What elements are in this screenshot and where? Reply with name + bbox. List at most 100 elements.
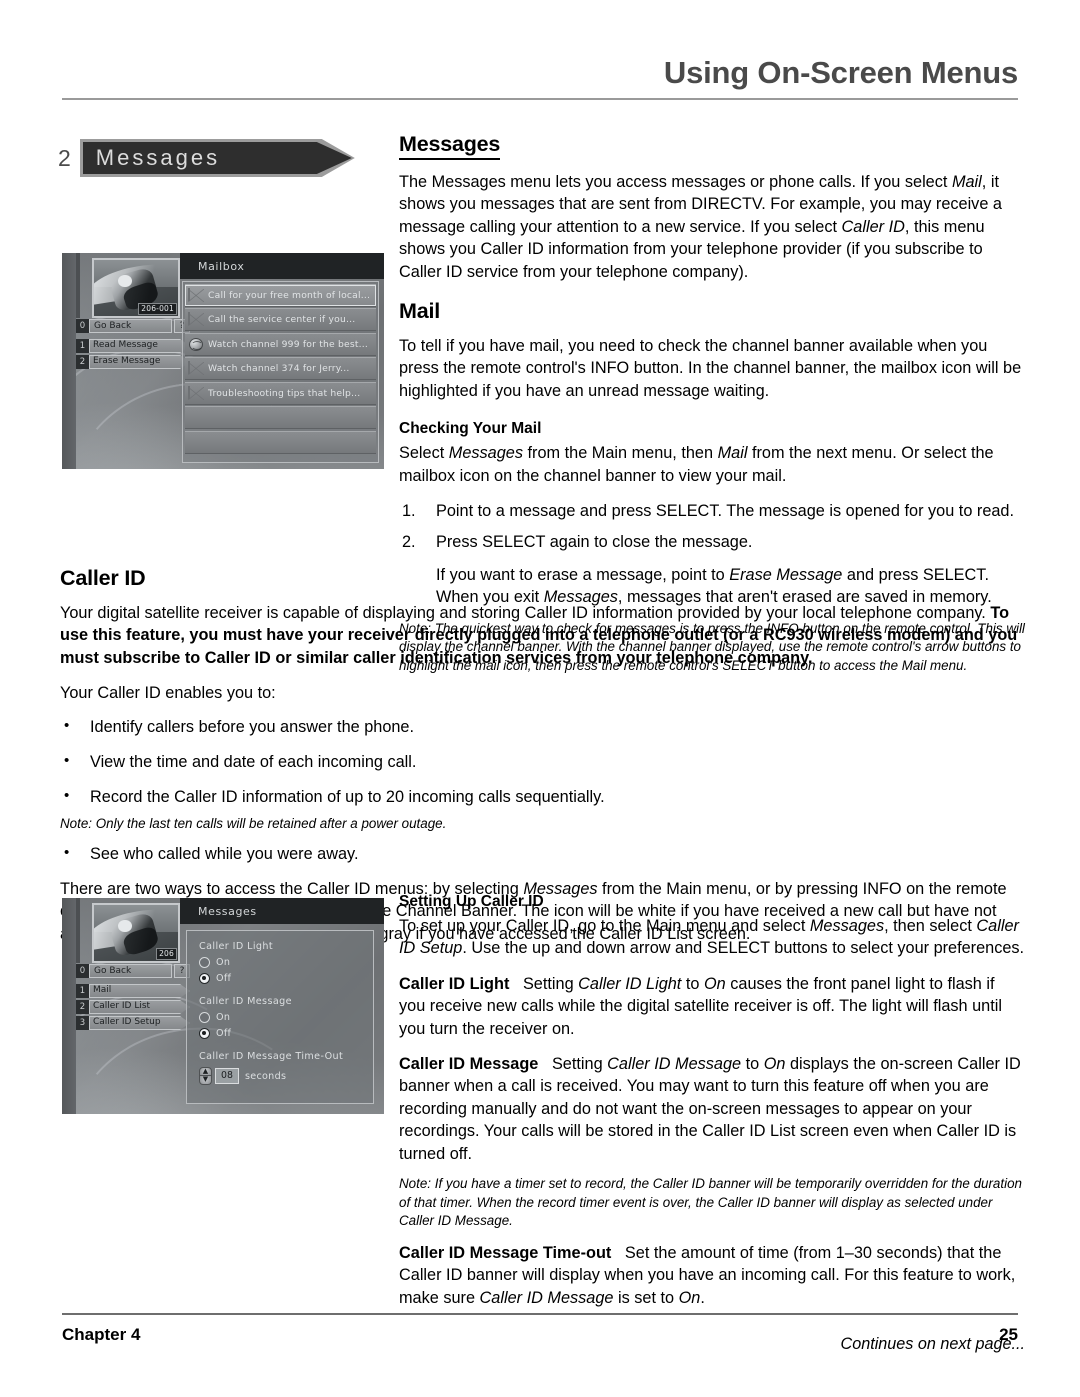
list-item[interactable]: Watch channel 374 for Jerry...	[185, 357, 376, 380]
tv-left-rail	[62, 253, 76, 469]
mail-paragraph: To tell if you have mail, you need to ch…	[399, 337, 1022, 400]
video-thumbnail: 206-001	[92, 258, 180, 318]
channel-number-badge: 206	[156, 948, 177, 960]
list-item[interactable]: Call for your free month of local...	[185, 283, 376, 307]
radio-unselected-icon	[199, 1012, 210, 1023]
caller-id-message-off-option[interactable]: Off	[199, 1028, 373, 1039]
list-item-empty	[185, 406, 376, 429]
caller-id-light-on-option[interactable]: On	[199, 957, 373, 968]
header-divider	[62, 98, 1018, 100]
menu-item-label: Go Back	[89, 319, 172, 333]
mailbox-left-menu: 0 Go Back ? 1 Read Message 2 Erase Messa…	[76, 319, 190, 371]
envelope-open-icon	[188, 287, 204, 302]
caller-id-light-paragraph: Caller ID Light Setting Caller ID Light …	[399, 974, 1002, 1038]
mailbox-message-list: Call for your free month of local... Cal…	[182, 281, 379, 463]
radio-unselected-icon	[199, 957, 210, 968]
bullet-icon: •	[64, 844, 70, 862]
setting-up-intro: To set up your Caller ID, go to the Main…	[399, 917, 1025, 958]
menu-item-go-back[interactable]: 0 Go Back ?	[76, 319, 190, 333]
footer-page-number: 25	[999, 1325, 1018, 1344]
envelope-icon	[188, 361, 204, 375]
menu-item-caller-id-list[interactable]: 2 Caller ID List	[76, 1000, 190, 1014]
menu-item-go-back[interactable]: 0 Go Back ?	[76, 964, 190, 978]
envelope-icon	[188, 312, 204, 326]
radio-selected-icon	[199, 973, 210, 984]
video-thumbnail: 206	[92, 903, 180, 963]
step-number: 2.	[402, 533, 416, 552]
caller-id-enables-label: Your Caller ID enables you to:	[60, 684, 276, 703]
chapter-tab-label: Messages	[95, 145, 221, 170]
mailbox-panel-title: Mailbox	[198, 260, 245, 273]
mail-steps-list: 1. Point to a message and press SELECT. T…	[399, 500, 1025, 554]
chapter-tab-shape: Messages	[79, 139, 355, 177]
caller-id-bullets-cont: • See who called while you were away.	[60, 843, 1025, 865]
menu-item-mail[interactable]: 1 Mail	[76, 984, 190, 998]
timeout-stepper[interactable]: ▲ ▼ 08 seconds	[199, 1067, 373, 1085]
menu-item-label: Caller ID List	[89, 1000, 190, 1014]
caller-id-light-term: Caller ID Light	[399, 974, 510, 993]
step-text: Press SELECT again to close the message.	[436, 533, 753, 552]
list-item[interactable]: Troubleshooting tips that help...	[185, 381, 376, 405]
caller-id-message-on-option[interactable]: On	[199, 1012, 373, 1023]
list-item: 2. Press SELECT again to close the messag…	[399, 531, 1025, 553]
chapter-tab: 2 Messages	[58, 138, 355, 178]
menu-item-read-message[interactable]: 1 Read Message	[76, 339, 190, 353]
page-header-title: Using On-Screen Menus	[663, 55, 1018, 90]
message-subject: Call the service center if you...	[208, 314, 356, 325]
caller-id-light-label: Caller ID Light	[199, 941, 274, 952]
list-item[interactable]: Watch channel 999 for the best...	[185, 332, 376, 356]
list-item-empty	[185, 430, 376, 454]
caller-id-intro-lead: Your digital satellite receiver is capab…	[60, 604, 991, 622]
bullet-icon: •	[64, 716, 70, 734]
setting-up-caller-id-section: Setting Up Caller ID To set up your Call…	[399, 893, 1025, 1370]
globe-icon	[188, 337, 204, 351]
menu-item-label: Go Back	[89, 964, 172, 978]
mail-heading: Mail	[399, 299, 441, 324]
menu-item-number: 0	[76, 319, 89, 333]
settings-spacer	[199, 1044, 373, 1051]
thumb-helmet	[117, 274, 132, 288]
tv-left-rail-accent	[76, 898, 80, 963]
stepper-down-icon[interactable]: ▼	[199, 1076, 212, 1085]
settings-spacer	[199, 989, 373, 996]
list-item: • Identify callers before you answer the …	[60, 716, 1025, 738]
caller-id-light-off-option[interactable]: Off	[199, 973, 373, 984]
option-label: On	[216, 1012, 231, 1023]
screenshot-caller-id-setup: 206 Messages 0 Go Back ? 1 Mail 2 Caller…	[62, 898, 384, 1114]
caller-id-timeout-term: Caller ID Message Time-out	[399, 1243, 612, 1262]
menu-item-erase-message[interactable]: 2 Erase Message	[76, 355, 190, 369]
menu-item-number: 3	[76, 1016, 89, 1030]
screenshot-mailbox-menu: 206-001 Mailbox 0 Go Back ? 1 Read Messa…	[62, 253, 384, 469]
list-item: • Record the Caller ID information of up …	[60, 786, 1025, 808]
manual-page: Using On-Screen Menus 2 Messages Message…	[0, 0, 1080, 1397]
caller-id-section: Caller ID Your digital satellite receive…	[60, 566, 1025, 945]
menu-item-number: 2	[76, 1000, 89, 1014]
message-subject: Watch channel 374 for Jerry...	[208, 363, 350, 374]
stepper-arrows[interactable]: ▲ ▼	[199, 1067, 212, 1085]
caller-id-message-paragraph: Caller ID Message Setting Caller ID Mess…	[399, 1055, 1021, 1163]
continues-on-next-page: Continues on next page...	[840, 1335, 1026, 1354]
option-label: On	[216, 957, 231, 968]
caller-id-timeout-label: Caller ID Message Time-Out	[199, 1051, 344, 1062]
channel-number-badge: 206-001	[138, 303, 177, 315]
messages-panel-title: Messages	[198, 905, 257, 918]
caller-id-message-note: Note: If you have a timer set to record,…	[399, 1176, 1022, 1229]
messages-heading: Messages	[399, 132, 500, 160]
timeout-unit-label: seconds	[244, 1070, 287, 1082]
message-subject: Watch channel 999 for the best...	[208, 338, 369, 350]
list-item: • View the time and date of each incoming…	[60, 751, 1025, 773]
list-item[interactable]: Call the service center if you...	[185, 308, 376, 331]
bullet-text: Identify callers before you answer the p…	[90, 717, 415, 736]
timeout-value[interactable]: 08	[215, 1068, 239, 1084]
menu-item-caller-id-setup[interactable]: 3 Caller ID Setup	[76, 1016, 190, 1030]
envelope-open-icon	[188, 385, 204, 400]
caller-id-settings-panel: Caller ID Light On Off Caller ID Message…	[186, 930, 374, 1104]
bullet-text: Record the Caller ID information of up t…	[90, 788, 605, 807]
option-label: Off	[216, 973, 232, 984]
tv-left-rail-accent	[76, 253, 80, 318]
bullet-icon: •	[64, 787, 70, 805]
menu-item-number: 1	[76, 339, 89, 353]
bullet-icon: •	[64, 752, 70, 770]
bullet-text: View the time and date of each incoming …	[90, 753, 417, 772]
bullet-text: See who called while you were away.	[90, 845, 359, 864]
